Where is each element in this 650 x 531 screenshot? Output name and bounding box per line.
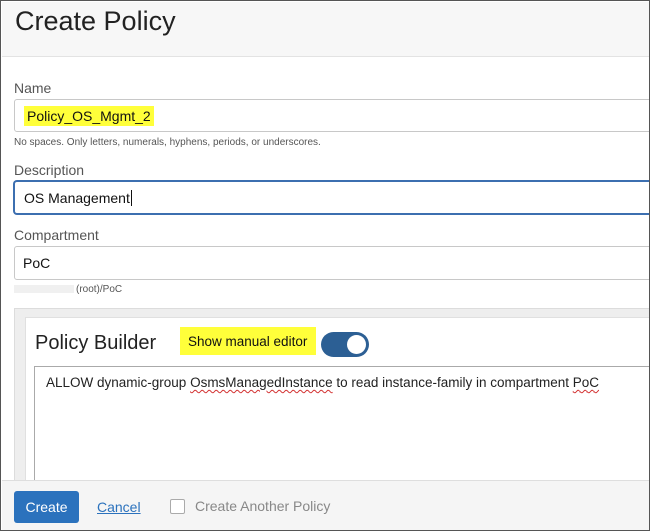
create-button[interactable]: Create — [14, 491, 79, 523]
dialog-footer: Create Cancel Create Another Policy — [2, 480, 649, 530]
cancel-link[interactable]: Cancel — [97, 499, 141, 515]
statement-compartment: PoC — [572, 375, 600, 390]
description-input-value: OS Management — [24, 189, 130, 206]
compartment-path-text: (root)/PoC — [76, 284, 123, 295]
description-label: Description — [14, 162, 85, 178]
text-caret — [130, 189, 132, 206]
name-hint: No spaces. Only letters, numerals, hyphe… — [14, 137, 321, 148]
compartment-select[interactable]: PoC — [14, 246, 649, 280]
compartment-label: Compartment — [14, 227, 99, 243]
statement-group: OsmsManagedInstance — [190, 375, 333, 390]
create-another-checkbox[interactable] — [170, 499, 185, 514]
compartment-path: (root)/PoC — [14, 284, 122, 295]
page-title: Create Policy — [15, 6, 176, 36]
name-label: Name — [14, 80, 52, 96]
redacted-tenancy — [14, 285, 74, 294]
name-input[interactable]: Policy_OS_Mgmt_2 — [14, 99, 649, 132]
statement-text-1: ALLOW dynamic-group — [46, 375, 191, 390]
toggle-knob — [347, 335, 366, 354]
create-another-label[interactable]: Create Another Policy — [195, 498, 330, 514]
dialog-header: Create Policy — [2, 2, 649, 57]
name-input-value: Policy_OS_Mgmt_2 — [24, 105, 154, 126]
statement-text-2: to read instance-family in compartment — [332, 375, 573, 390]
create-policy-dialog: Create Policy Name Policy_OS_Mgmt_2 No s… — [0, 0, 650, 531]
policy-statement-editor[interactable]: ALLOW dynamic-group OsmsManagedInstance … — [34, 366, 649, 496]
policy-builder-title: Policy Builder — [35, 332, 157, 354]
description-input[interactable]: OS Management — [14, 181, 649, 214]
manual-editor-toggle[interactable] — [321, 332, 369, 357]
manual-editor-label: Show manual editor — [180, 327, 316, 355]
compartment-select-value: PoC — [23, 255, 51, 271]
